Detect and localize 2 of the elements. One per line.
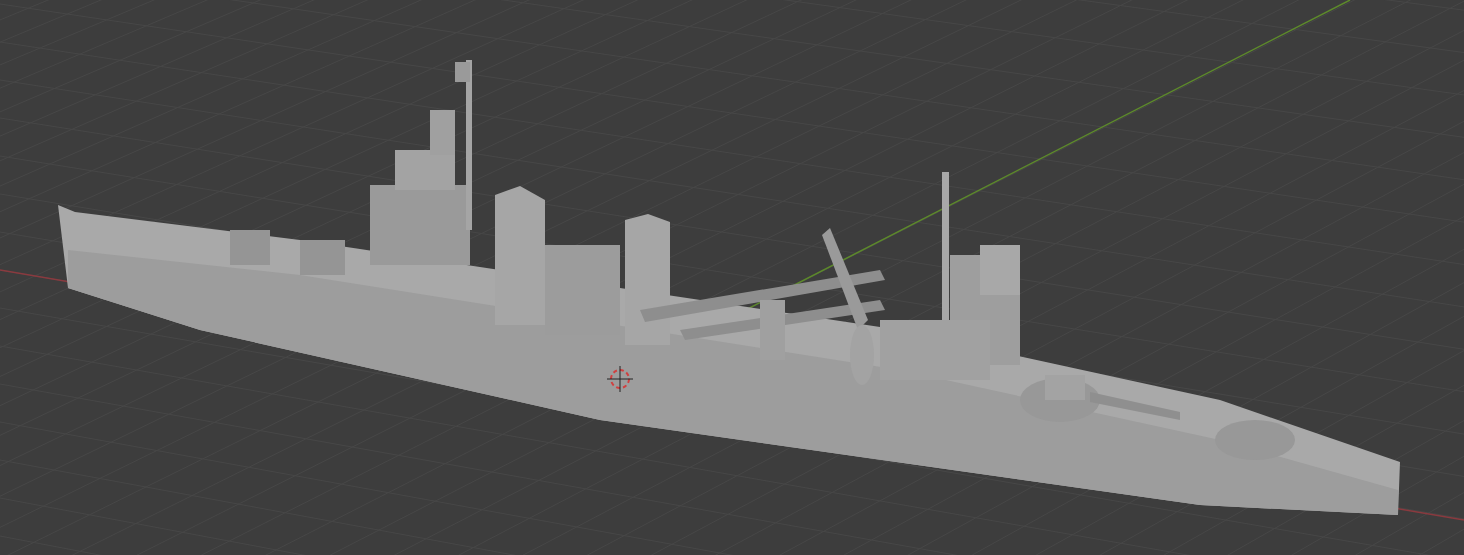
3d-viewport[interactable] [0,0,1464,555]
ship-model-drawing[interactable] [58,60,1400,515]
